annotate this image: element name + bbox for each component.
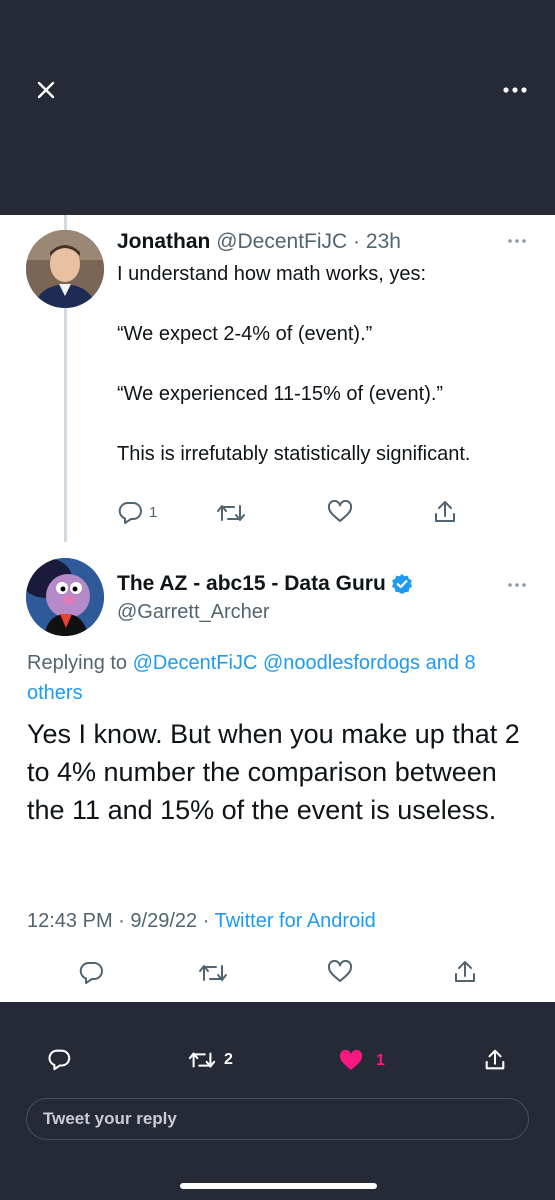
tweet2-text: Yes I know. But when you make up that 2 … — [27, 719, 520, 825]
reply-icon — [48, 1049, 71, 1071]
reply-input[interactable]: Tweet your reply — [26, 1098, 529, 1140]
tweet1-reply-count: 1 — [149, 503, 158, 521]
share-icon — [435, 501, 455, 522]
tweet1-header: Jonathan @DecentFiJC · 23h — [117, 230, 401, 254]
tweet2-author-name-row: The AZ - abc15 - Data Guru — [117, 572, 413, 596]
tweet2-reply-button[interactable] — [78, 960, 104, 984]
tweet1-like-button[interactable] — [327, 500, 353, 524]
meta-separator: · — [202, 910, 210, 932]
tweet2-author-handle[interactable]: @Garrett_Archer — [117, 601, 270, 624]
share-icon — [455, 961, 475, 982]
tweet1-separator: · — [353, 230, 361, 253]
reply-icon — [118, 502, 142, 524]
tweet1-share-button[interactable] — [432, 499, 458, 525]
tweet2-more-icon[interactable] — [506, 580, 528, 590]
bottom-like-button[interactable]: 1 — [338, 1049, 385, 1073]
tweet1-author-handle[interactable]: @DecentFiJC — [216, 230, 347, 253]
meta-separator: · — [118, 910, 125, 932]
close-icon[interactable] — [30, 74, 62, 106]
tweet2-source[interactable]: Twitter for Android — [215, 910, 376, 932]
bottom-bar: 2 1 Tweet your reply — [0, 1002, 555, 1200]
share-icon — [485, 1049, 505, 1070]
tweet2-meta: 12:43 PM · 9/29/22 · Twitter for Android — [27, 910, 376, 933]
avatar-data-guru[interactable] — [26, 558, 104, 636]
tweet2-date: 9/29/22 — [130, 910, 198, 932]
retweet-icon — [199, 965, 227, 981]
home-indicator — [180, 1183, 377, 1189]
heart-icon — [327, 960, 353, 982]
reply-input-placeholder: Tweet your reply — [43, 1109, 177, 1128]
tweet2-like-button[interactable] — [327, 960, 353, 984]
replying-to: Replying to @DecentFiJC @noodlesfordogs … — [27, 648, 532, 708]
thread-content: Jonathan @DecentFiJC · 23h I understand … — [0, 215, 555, 1002]
bottom-reply-button[interactable] — [47, 1047, 71, 1071]
tweet1-retweet-button[interactable] — [216, 502, 246, 524]
verified-badge-icon — [391, 574, 412, 594]
retweet-icon — [188, 1052, 216, 1068]
tweet2-retweet-button[interactable] — [198, 962, 228, 984]
top-bar — [0, 0, 555, 215]
avatar-image — [26, 230, 104, 308]
retweet-icon — [217, 505, 245, 521]
bottom-share-button[interactable] — [483, 1047, 507, 1073]
heart-filled-icon — [339, 1049, 363, 1070]
tweet2-time: 12:43 PM — [27, 910, 113, 932]
tweet1-author-name[interactable]: Jonathan — [117, 230, 210, 253]
bottom-retweet-button[interactable]: 2 — [188, 1049, 233, 1071]
avatar-jonathan[interactable] — [26, 230, 104, 308]
avatar-image — [26, 558, 104, 636]
reply-icon — [79, 962, 103, 984]
retweet-count: 2 — [224, 1051, 233, 1068]
replying-to-label: Replying to — [27, 652, 128, 674]
tweet1-time[interactable]: 23h — [366, 230, 401, 253]
heart-icon — [327, 500, 353, 522]
tweet1-text: I understand how math works, yes: “We ex… — [117, 263, 471, 465]
more-icon[interactable] — [501, 80, 529, 100]
tweet2-author-name[interactable]: The AZ - abc15 - Data Guru — [117, 572, 386, 596]
tweet1-more-icon[interactable] — [506, 236, 528, 246]
tweet1-reply-button[interactable]: 1 — [117, 500, 157, 524]
like-count: 1 — [376, 1052, 385, 1069]
tweet2-share-button[interactable] — [452, 959, 478, 985]
